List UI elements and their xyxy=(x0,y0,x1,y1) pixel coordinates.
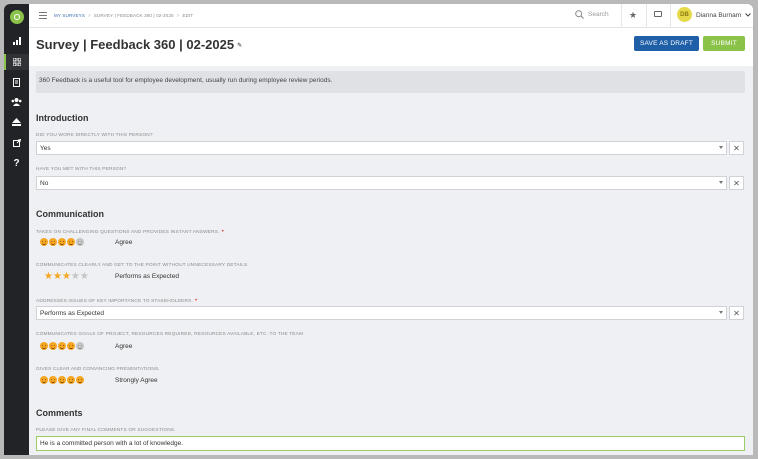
required-icon: • xyxy=(221,229,224,235)
star-icon[interactable]: ★ xyxy=(44,271,53,282)
question-label: GIVES CLEAR AND CONVINCING PRESENTATIONS… xyxy=(36,367,160,372)
smiley-face-icon[interactable] xyxy=(76,376,84,384)
breadcrumb-my-surveys[interactable]: MY SURVEYS xyxy=(54,13,85,18)
section-title-introduction: Introduction xyxy=(36,113,89,123)
user-menu[interactable]: Dianna Burnam xyxy=(696,12,751,19)
star-icon[interactable]: ★ xyxy=(80,271,89,282)
rating-faces[interactable] xyxy=(40,342,84,350)
star-icon[interactable]: ★ xyxy=(53,271,62,282)
question-label: PLEASE GIVE ANY FINAL COMMENTS OR SUGGES… xyxy=(36,428,176,433)
breadcrumb-separator-icon: > xyxy=(176,13,180,18)
smiley-face-icon[interactable] xyxy=(67,376,75,384)
rating-faces[interactable] xyxy=(40,376,84,384)
section-title-communication: Communication xyxy=(36,209,105,219)
question-label: COMMUNICATES GOALS OF PROJECT, RESOURCES… xyxy=(36,332,304,337)
smiley-face-icon[interactable] xyxy=(67,342,75,350)
breadcrumb-separator-icon: > xyxy=(87,13,91,18)
caret-down-icon xyxy=(719,181,723,184)
avatar[interactable]: DB xyxy=(677,7,692,22)
question-label-text: TAKES ON CHALLENGING QUESTIONS AND PROVI… xyxy=(36,230,220,235)
breadcrumb-edit: EDIT xyxy=(182,13,194,18)
search-box[interactable]: Search xyxy=(575,10,609,19)
question-label: DID YOU WORK DIRECTLY WITH THIS PERSON? xyxy=(36,133,153,138)
met-person-select[interactable]: No xyxy=(36,176,727,190)
external-link-icon[interactable] xyxy=(4,135,29,151)
user-name: Dianna Burnam xyxy=(696,12,742,19)
question-label: HAVE YOU MET WITH THIS PERSON? xyxy=(36,167,127,172)
bar-chart-icon[interactable] xyxy=(4,33,29,49)
document-icon[interactable] xyxy=(4,74,29,90)
smiley-face-icon[interactable] xyxy=(76,342,84,350)
divider xyxy=(621,4,622,28)
caret-down-icon xyxy=(719,146,723,149)
required-icon: • xyxy=(194,298,198,304)
page-header: Survey | Feedback 360 | 02-2025 ✎ SAVE AS… xyxy=(29,28,753,66)
rating-faces[interactable] xyxy=(40,238,84,246)
save-as-draft-button[interactable]: SAVE AS DRAFT xyxy=(634,36,699,51)
work-directly-select[interactable]: Yes xyxy=(36,141,727,155)
star-icon[interactable]: ★ xyxy=(629,10,637,20)
side-rail: ? xyxy=(4,4,29,455)
clear-icon[interactable]: ✕ xyxy=(729,306,744,320)
question-label: COMMUNICATES CLEARLY AND GET TO THE POIN… xyxy=(36,263,249,268)
app-window: ? MY SURVEYS > SURVEY | FEEDBACK 360 | 02-… xyxy=(4,4,753,455)
rating-value: Agree xyxy=(115,239,133,246)
rating-value: Performs as Expected xyxy=(115,273,179,280)
star-icon[interactable]: ★ xyxy=(62,271,71,282)
smiley-face-icon[interactable] xyxy=(76,238,84,246)
star-icon[interactable]: ★ xyxy=(71,271,80,282)
select-value: Yes xyxy=(40,145,51,152)
smiley-face-icon[interactable] xyxy=(67,238,75,246)
menu-icon[interactable] xyxy=(39,12,47,19)
search-placeholder: Search xyxy=(588,11,609,18)
page-title: Survey | Feedback 360 | 02-2025 xyxy=(36,37,235,52)
inbox-icon[interactable] xyxy=(4,114,29,130)
caret-down-icon xyxy=(719,311,723,314)
smiley-face-icon[interactable] xyxy=(49,342,57,350)
select-value: Performs as Expected xyxy=(40,310,104,317)
dashboard-icon[interactable] xyxy=(4,54,29,70)
top-bar: MY SURVEYS > SURVEY | FEEDBACK 360 | 02-20… xyxy=(29,4,753,28)
pin-icon[interactable]: ✎ xyxy=(237,43,242,49)
question-label: TAKES ON CHALLENGING QUESTIONS AND PROVI… xyxy=(36,229,224,235)
users-icon[interactable] xyxy=(4,94,29,110)
clear-icon[interactable]: ✕ xyxy=(729,176,744,190)
section-title-comments: Comments xyxy=(36,408,83,418)
help-icon[interactable]: ? xyxy=(4,155,29,171)
divider xyxy=(646,4,647,28)
stakeholders-select[interactable]: Performs as Expected xyxy=(36,306,727,320)
divider xyxy=(670,4,671,28)
select-value: No xyxy=(40,180,49,187)
chevron-down-icon xyxy=(745,13,751,17)
question-label: ADDRESSES ISSUES OF KEY IMPORTANCE TO ST… xyxy=(36,298,197,304)
breadcrumb-survey[interactable]: SURVEY | FEEDBACK 360 | 02-2025 xyxy=(94,13,174,18)
smiley-face-icon[interactable] xyxy=(58,342,66,350)
comments-input[interactable]: He is a committed person with a lot of k… xyxy=(36,436,745,451)
survey-form: 360 Feedback is a useful tool for employ… xyxy=(29,66,753,455)
breadcrumb: MY SURVEYS > SURVEY | FEEDBACK 360 | 02-20… xyxy=(54,13,193,18)
smiley-face-icon[interactable] xyxy=(49,376,57,384)
smiley-face-icon[interactable] xyxy=(40,376,48,384)
logo-icon[interactable] xyxy=(10,10,24,24)
rating-value: Agree xyxy=(115,343,133,350)
smiley-face-icon[interactable] xyxy=(49,238,57,246)
smiley-face-icon[interactable] xyxy=(58,376,66,384)
question-label-text: ADDRESSES ISSUES OF KEY IMPORTANCE TO ST… xyxy=(36,299,193,304)
smiley-face-icon[interactable] xyxy=(40,342,48,350)
clear-icon[interactable]: ✕ xyxy=(729,141,744,155)
smiley-face-icon[interactable] xyxy=(40,238,48,246)
search-icon xyxy=(575,10,584,19)
chat-icon[interactable] xyxy=(654,11,662,17)
rating-value: Strongly Agree xyxy=(115,377,158,384)
smiley-face-icon[interactable] xyxy=(58,238,66,246)
rating-stars[interactable]: ★★★★★ xyxy=(44,272,89,282)
submit-button[interactable]: SUBMIT xyxy=(703,36,745,51)
survey-description: 360 Feedback is a useful tool for employ… xyxy=(36,71,745,93)
page-title-wrap: Survey | Feedback 360 | 02-2025 ✎ xyxy=(36,37,242,52)
